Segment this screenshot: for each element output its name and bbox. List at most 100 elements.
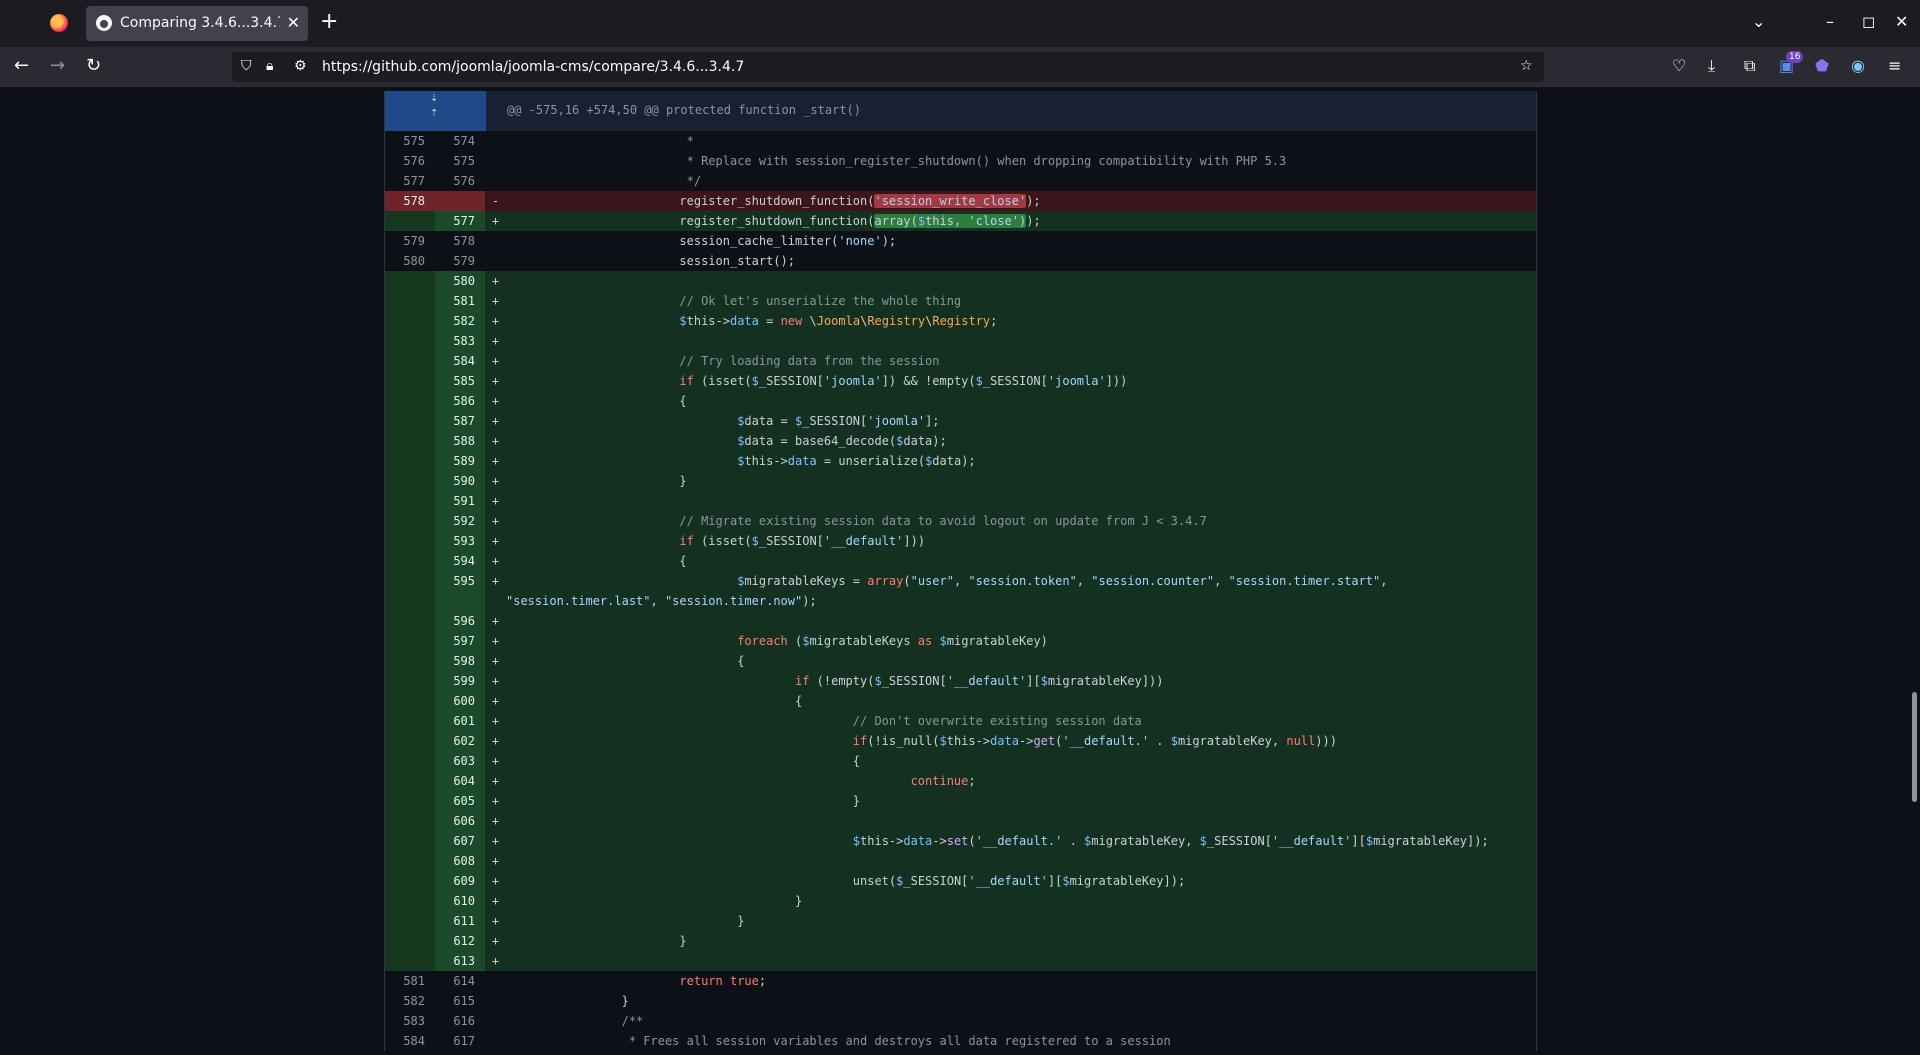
new-line-number[interactable]: 605 [435,791,485,811]
new-line-number[interactable]: 602 [435,731,485,751]
old-line-number[interactable] [385,651,435,671]
new-line-number[interactable]: 609 [435,871,485,891]
reload-icon[interactable]: ↻ [86,55,101,76]
old-line-number[interactable] [385,931,435,951]
new-line-number[interactable]: 595 [435,571,485,611]
old-line-number[interactable] [385,891,435,911]
new-line-number[interactable]: 603 [435,751,485,771]
new-line-number[interactable]: 598 [435,651,485,671]
old-line-number[interactable] [385,331,435,351]
new-line-number[interactable]: 592 [435,511,485,531]
new-line-number[interactable]: 608 [435,851,485,871]
new-line-number[interactable]: 593 [435,531,485,551]
close-window-icon[interactable]: ✕ [1895,12,1908,31]
old-line-number[interactable] [385,951,435,971]
expand-up-icon[interactable]: ⇡ [430,109,438,119]
old-line-number[interactable] [385,211,435,231]
new-line-number[interactable]: 579 [435,251,485,271]
old-line-number[interactable] [385,271,435,291]
expand-down-icon[interactable]: ⇣ [430,94,438,104]
new-line-number[interactable]: 617 [435,1031,485,1051]
old-line-number[interactable] [385,411,435,431]
old-line-number[interactable] [385,431,435,451]
permissions-icon[interactable]: ⚙ [294,58,307,74]
minimize-icon[interactable]: – [1826,12,1834,31]
active-tab[interactable]: Comparing 3.4.6...3.4.7 ✕ [86,6,308,41]
new-line-number[interactable]: 607 [435,831,485,851]
new-line-number[interactable] [435,191,485,211]
old-line-number[interactable] [385,551,435,571]
list-all-tabs-icon[interactable]: ⌄ [1752,12,1765,31]
old-line-number[interactable] [385,611,435,631]
shield-extension-icon[interactable]: ⬟ [1815,56,1829,75]
old-line-number[interactable]: 581 [385,971,435,991]
new-line-number[interactable]: 574 [435,131,485,151]
old-line-number[interactable]: 583 [385,1011,435,1031]
bookmark-star-icon[interactable]: ☆ [1520,58,1533,74]
new-line-number[interactable]: 594 [435,551,485,571]
old-line-number[interactable] [385,631,435,651]
new-line-number[interactable]: 612 [435,931,485,951]
downloads-icon[interactable]: ⤓ [1708,56,1715,76]
pocket-icon[interactable]: ♡ [1672,56,1686,75]
old-line-number[interactable] [385,811,435,831]
old-line-number[interactable] [385,831,435,851]
new-line-number[interactable]: 583 [435,331,485,351]
old-line-number[interactable] [385,451,435,471]
new-line-number[interactable]: 591 [435,491,485,511]
new-tab-icon[interactable]: + [320,10,338,34]
new-line-number[interactable]: 575 [435,151,485,171]
new-line-number[interactable]: 580 [435,271,485,291]
new-line-number[interactable]: 587 [435,411,485,431]
new-line-number[interactable]: 604 [435,771,485,791]
forward-icon[interactable]: → [50,55,65,76]
new-line-number[interactable]: 577 [435,211,485,231]
old-line-number[interactable] [385,511,435,531]
old-line-number[interactable] [385,311,435,331]
maximize-icon[interactable]: ◻ [1862,12,1875,31]
scrollbar-thumb[interactable] [1912,692,1917,802]
new-line-number[interactable]: 584 [435,351,485,371]
url-bar[interactable]: ⛉ 🔒︎ ⚙ https://github.com/joomla/joomla-… [232,52,1544,82]
new-line-number[interactable]: 599 [435,671,485,691]
firefox-view-icon[interactable] [50,14,68,32]
old-line-number[interactable]: 577 [385,171,435,191]
new-line-number[interactable]: 590 [435,471,485,491]
menu-icon[interactable]: ≡ [1888,56,1901,75]
new-line-number[interactable]: 614 [435,971,485,991]
old-line-number[interactable] [385,371,435,391]
new-line-number[interactable]: 576 [435,171,485,191]
old-line-number[interactable] [385,711,435,731]
new-line-number[interactable]: 585 [435,371,485,391]
new-line-number[interactable]: 611 [435,911,485,931]
new-line-number[interactable]: 597 [435,631,485,651]
old-line-number[interactable] [385,731,435,751]
old-line-number[interactable] [385,491,435,511]
old-line-number[interactable]: 579 [385,231,435,251]
old-line-number[interactable]: 578 [385,191,435,211]
new-line-number[interactable]: 589 [435,451,485,471]
tab-close-icon[interactable]: ✕ [287,13,300,32]
old-line-number[interactable] [385,291,435,311]
new-line-number[interactable]: 616 [435,1011,485,1031]
new-line-number[interactable]: 582 [435,311,485,331]
old-line-number[interactable] [385,851,435,871]
new-line-number[interactable]: 596 [435,611,485,631]
extensions-icon[interactable]: ⧉ [1744,56,1755,76]
new-line-number[interactable]: 588 [435,431,485,451]
new-line-number[interactable]: 586 [435,391,485,411]
old-line-number[interactable] [385,391,435,411]
new-line-number[interactable]: 601 [435,711,485,731]
old-line-number[interactable] [385,751,435,771]
old-line-number[interactable] [385,571,435,611]
old-line-number[interactable] [385,691,435,711]
new-line-number[interactable]: 613 [435,951,485,971]
old-line-number[interactable] [385,671,435,691]
url-text[interactable]: https://github.com/joomla/joomla-cms/com… [322,59,744,75]
new-line-number[interactable]: 600 [435,691,485,711]
old-line-number[interactable] [385,531,435,551]
new-line-number[interactable]: 606 [435,811,485,831]
circle-extension-icon[interactable]: ◉ [1851,56,1865,75]
old-line-number[interactable]: 580 [385,251,435,271]
old-line-number[interactable] [385,791,435,811]
